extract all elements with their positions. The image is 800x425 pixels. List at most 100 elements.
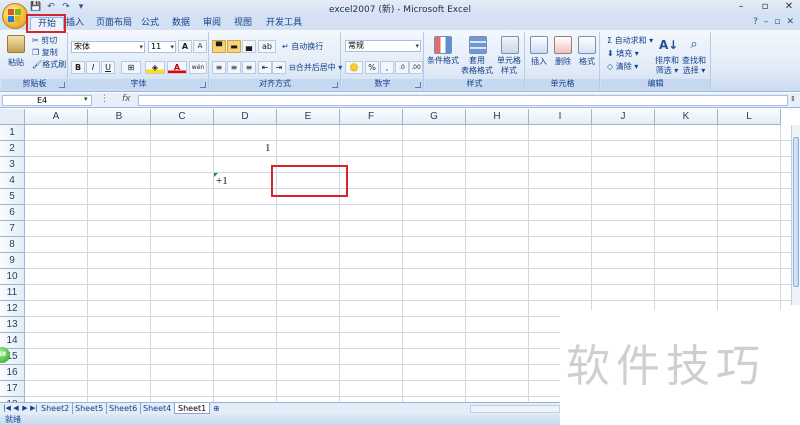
sheet-tab-sheet2[interactable]: Sheet2	[38, 403, 74, 414]
column-header-g[interactable]: G	[403, 109, 466, 125]
sheet-tab-sheet5[interactable]: Sheet5	[72, 403, 108, 414]
formula-input[interactable]	[138, 95, 788, 106]
number-launcher-icon[interactable]	[415, 82, 421, 88]
cell-d2[interactable]: 1	[265, 142, 271, 154]
align-top-button[interactable]: ▀	[212, 40, 226, 53]
last-sheet-icon[interactable]: ▶|	[30, 404, 38, 412]
format-cells-icon[interactable]	[578, 36, 596, 54]
format-painter-button[interactable]: 🖌格式刷	[32, 59, 66, 70]
vertical-scrollbar[interactable]	[791, 125, 800, 305]
insert-function-button[interactable]: fx	[122, 94, 131, 104]
find-select-icon[interactable]: ⌕	[685, 36, 703, 54]
first-sheet-icon[interactable]: |◀	[3, 404, 11, 412]
table-format-icon[interactable]	[469, 36, 487, 54]
row-header-12[interactable]: 12	[0, 301, 25, 317]
number-format-combo[interactable]: 常规	[345, 40, 421, 52]
tab-insert[interactable]: 插入	[64, 17, 86, 30]
selected-cell-highlight-e4[interactable]	[271, 165, 348, 197]
restore-icon[interactable]: ▫	[758, 1, 772, 13]
office-button[interactable]	[2, 3, 28, 29]
column-header-h[interactable]: H	[466, 109, 529, 125]
copy-button[interactable]: ❐ 复制	[32, 47, 58, 58]
row-header-16[interactable]: 16	[0, 365, 25, 381]
clipboard-launcher-icon[interactable]	[59, 82, 65, 88]
sort-filter-button[interactable]: 排序和 筛选 ▾	[653, 56, 681, 76]
column-header-e[interactable]: E	[277, 109, 340, 125]
font-name-combo[interactable]: 宋体	[71, 41, 145, 53]
close-icon[interactable]: ✕	[782, 1, 796, 13]
vertical-scroll-thumb[interactable]	[793, 137, 799, 287]
merge-center-button[interactable]: ⊟合并后居中 ▾	[289, 62, 342, 73]
shrink-font-button[interactable]: A	[193, 40, 207, 53]
tab-home[interactable]: 开始	[30, 17, 64, 30]
row-header-4[interactable]: 4	[0, 173, 25, 189]
help-icon[interactable]: ?	[753, 17, 758, 27]
column-header-j[interactable]: J	[592, 109, 655, 125]
column-header-a[interactable]: A	[25, 109, 88, 125]
row-header-3[interactable]: 3	[0, 157, 25, 173]
column-header-d[interactable]: D	[214, 109, 277, 125]
table-format-button[interactable]: 套用 表格格式	[459, 56, 495, 76]
autosum-button[interactable]: Σ 自动求和 ▾	[607, 35, 653, 46]
sheet-tab-sheet4[interactable]: Sheet4	[140, 403, 176, 414]
name-box[interactable]: E4	[2, 95, 92, 106]
tab-formulas[interactable]: 公式	[140, 17, 160, 30]
expand-formula-icon[interactable]: ⇕	[790, 95, 798, 106]
fill-color-button[interactable]: ◈	[145, 61, 165, 74]
cut-button[interactable]: ✂ 剪切	[32, 35, 57, 46]
increase-decimal-button[interactable]: .0	[395, 61, 409, 74]
phonetic-button[interactable]: wén	[189, 61, 207, 74]
fill-button[interactable]: ⬇ 填充 ▾	[607, 48, 639, 59]
column-header-i[interactable]: I	[529, 109, 592, 125]
alignment-launcher-icon[interactable]	[332, 82, 338, 88]
font-launcher-icon[interactable]	[200, 82, 206, 88]
row-header-8[interactable]: 8	[0, 237, 25, 253]
select-all-corner[interactable]	[0, 109, 25, 125]
underline-button[interactable]: U	[101, 61, 115, 74]
insert-cells-button[interactable]: 插入	[526, 57, 552, 67]
increase-indent-button[interactable]: ⇥	[272, 61, 286, 74]
ribbon-minimize-icon[interactable]: –	[764, 17, 769, 27]
border-button[interactable]: ⊞	[121, 61, 141, 74]
cell-styles-button[interactable]: 单元格 样式	[493, 56, 525, 76]
decrease-decimal-button[interactable]: .00	[409, 61, 423, 74]
name-box-dropdown-icon[interactable]: ▾	[84, 95, 88, 103]
currency-button[interactable]: 🪙	[345, 61, 363, 74]
delete-cells-icon[interactable]	[554, 36, 572, 54]
comma-button[interactable]: ,	[380, 61, 394, 74]
percent-button[interactable]: %	[365, 61, 379, 74]
paste-button[interactable]: 粘贴	[2, 58, 30, 68]
conditional-format-button[interactable]: 条件格式	[425, 56, 461, 66]
next-sheet-icon[interactable]: ▶	[21, 404, 29, 412]
bold-button[interactable]: B	[71, 61, 85, 74]
row-header-1[interactable]: 1	[0, 125, 25, 141]
row-header-13[interactable]: 13	[0, 317, 25, 333]
sheet-tab-sheet1[interactable]: Sheet1	[174, 403, 211, 414]
column-header-f[interactable]: F	[340, 109, 403, 125]
sort-filter-icon[interactable]: A↓	[659, 36, 678, 54]
column-header-b[interactable]: B	[88, 109, 151, 125]
align-middle-button[interactable]: ▬	[227, 40, 241, 53]
orientation-button[interactable]: ab	[258, 40, 276, 53]
align-left-button[interactable]: ≡	[212, 61, 226, 74]
minimize-icon[interactable]: –	[734, 1, 748, 13]
row-header-9[interactable]: 9	[0, 253, 25, 269]
tab-page-layout[interactable]: 页面布局	[94, 17, 134, 30]
horizontal-scrollbar[interactable]	[470, 405, 560, 413]
sheet-tab-sheet6[interactable]: Sheet6	[106, 403, 142, 414]
row-header-17[interactable]: 17	[0, 381, 25, 397]
insert-cells-icon[interactable]	[530, 36, 548, 54]
column-header-l[interactable]: L	[718, 109, 781, 125]
conditional-format-icon[interactable]	[434, 36, 452, 54]
grow-font-button[interactable]: A	[178, 40, 192, 53]
clear-button[interactable]: ◇ 清除 ▾	[607, 61, 638, 72]
find-select-button[interactable]: 查找和 选择 ▾	[679, 56, 709, 76]
tab-data[interactable]: 数据	[171, 17, 191, 30]
font-color-button[interactable]: A	[167, 61, 187, 74]
column-header-k[interactable]: K	[655, 109, 718, 125]
decrease-indent-button[interactable]: ⇤	[258, 61, 272, 74]
cell-styles-icon[interactable]	[501, 36, 519, 54]
font-size-combo[interactable]: 11	[148, 41, 176, 53]
align-center-button[interactable]: ≡	[227, 61, 241, 74]
prev-sheet-icon[interactable]: ◀	[12, 404, 20, 412]
